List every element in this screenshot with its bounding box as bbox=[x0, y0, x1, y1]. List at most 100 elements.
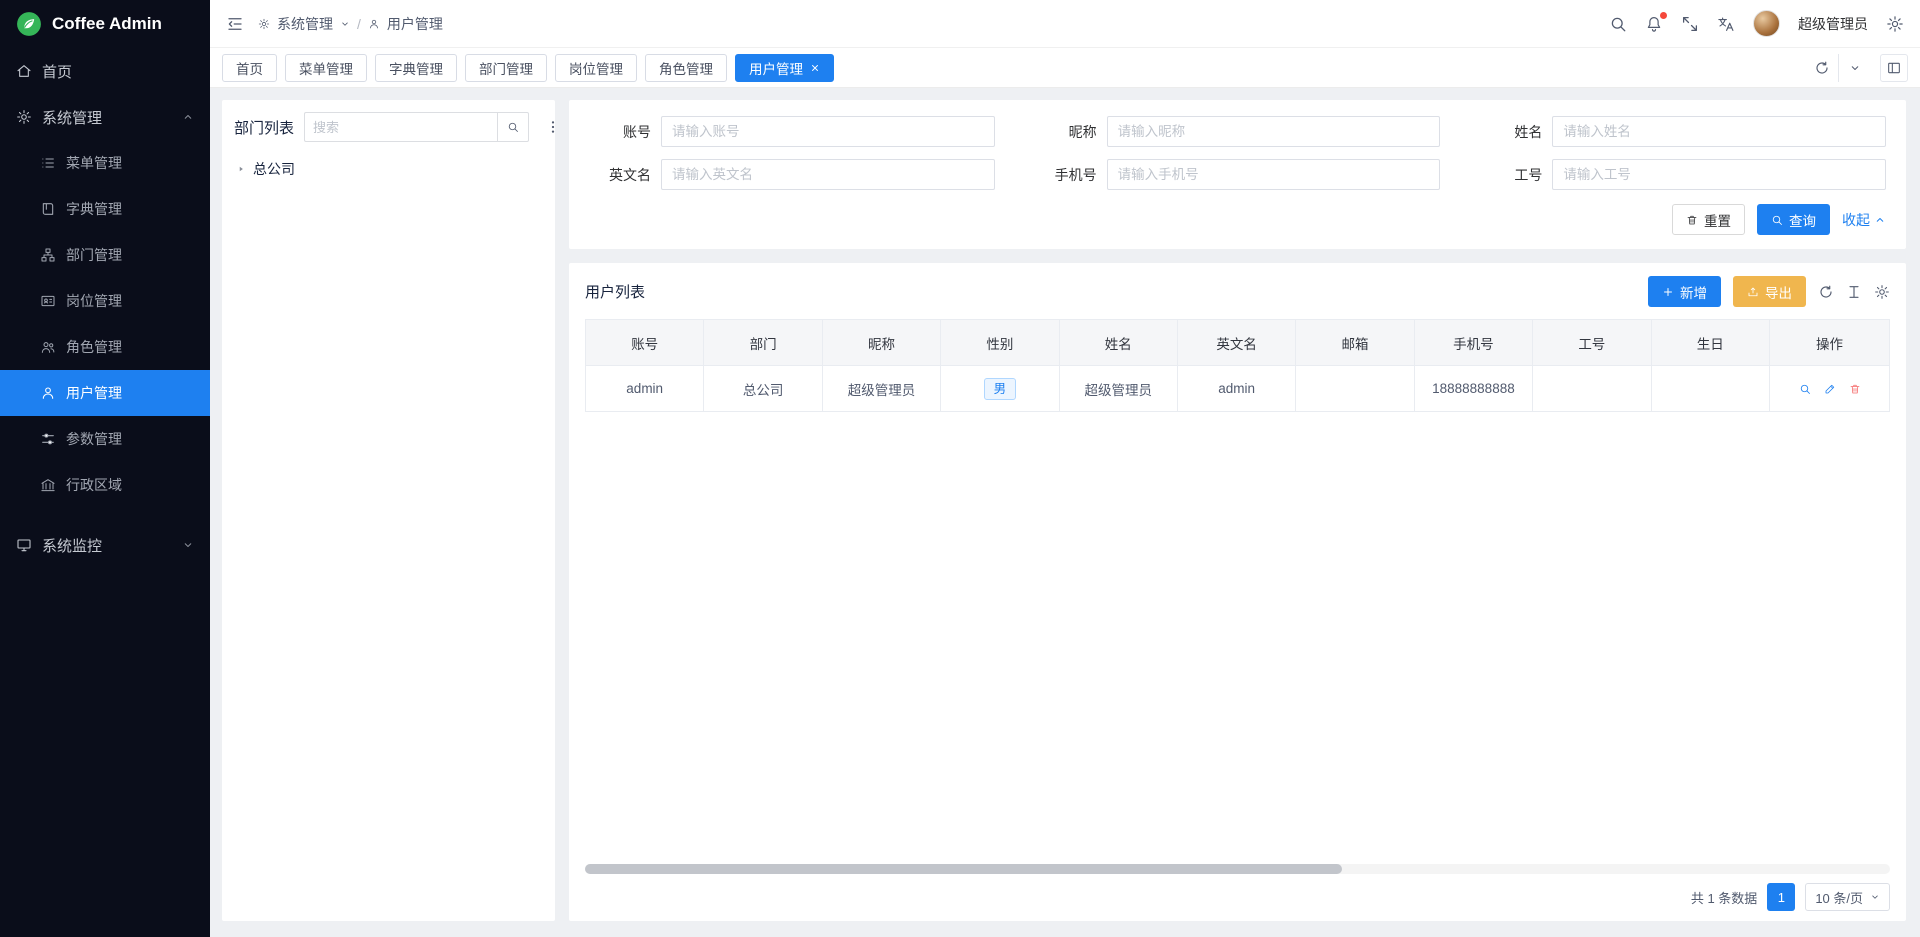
field-label: 工号 bbox=[1480, 165, 1542, 185]
tab-refresh-button[interactable] bbox=[1806, 54, 1838, 82]
user-name[interactable]: 超级管理员 bbox=[1798, 14, 1868, 34]
sidebar-group-system[interactable]: 系统管理 bbox=[0, 94, 210, 140]
sidebar-item-label: 菜单管理 bbox=[66, 153, 122, 173]
cell-email bbox=[1296, 366, 1414, 412]
reset-button[interactable]: 重置 bbox=[1672, 204, 1745, 235]
col-actions: 操作 bbox=[1770, 320, 1890, 366]
tab-label: 首页 bbox=[236, 58, 263, 78]
filter-card: 账号 昵称 姓名 英文名 bbox=[569, 100, 1906, 249]
plus-icon bbox=[1662, 286, 1674, 298]
sidebar-item-menu-mgmt[interactable]: 菜单管理 bbox=[0, 140, 210, 186]
tab-dept-mgmt[interactable]: 部门管理 bbox=[465, 54, 547, 82]
sidebar-item-dict-mgmt[interactable]: 字典管理 bbox=[0, 186, 210, 232]
sidebar-menu: 首页 系统管理 菜单管理 字典管理 部门管理 bbox=[0, 48, 210, 937]
phone-input[interactable] bbox=[1107, 159, 1441, 190]
sidebar: Coffee Admin 首页 系统管理 菜单管理 字典管理 bbox=[0, 0, 210, 937]
tab-home[interactable]: 首页 bbox=[222, 54, 277, 82]
fullscreen-icon bbox=[1681, 15, 1699, 33]
nickname-input[interactable] bbox=[1107, 116, 1441, 147]
gear-icon bbox=[1874, 284, 1890, 300]
name-input[interactable] bbox=[1552, 116, 1886, 147]
list-icon bbox=[40, 155, 56, 171]
avatar[interactable] bbox=[1753, 10, 1780, 37]
edit-user-button[interactable] bbox=[1824, 383, 1836, 395]
chevron-down-icon bbox=[1870, 892, 1880, 902]
export-button[interactable]: 导出 bbox=[1733, 276, 1806, 307]
delete-user-button[interactable] bbox=[1849, 383, 1861, 395]
fullscreen-button[interactable] bbox=[1681, 15, 1699, 33]
sidebar-item-dept-mgmt[interactable]: 部门管理 bbox=[0, 232, 210, 278]
horizontal-scrollbar-thumb[interactable] bbox=[585, 864, 1342, 874]
sidebar-item-param-mgmt[interactable]: 参数管理 bbox=[0, 416, 210, 462]
add-label: 新增 bbox=[1680, 282, 1707, 302]
filter-field-nickname: 昵称 bbox=[1035, 116, 1441, 147]
trash-icon bbox=[1849, 383, 1861, 395]
table-zone: 账号 部门 昵称 性别 姓名 英文名 邮箱 手机号 工号 生日 bbox=[585, 319, 1890, 874]
sidebar-item-role-mgmt[interactable]: 角色管理 bbox=[0, 324, 210, 370]
account-input[interactable] bbox=[661, 116, 995, 147]
sidebar-item-user-mgmt[interactable]: 用户管理 bbox=[0, 370, 210, 416]
caret-right-icon[interactable] bbox=[236, 164, 246, 174]
magnifier-icon bbox=[1799, 383, 1811, 395]
page-1-button[interactable]: 1 bbox=[1767, 883, 1795, 911]
col-nickname[interactable]: 昵称 bbox=[822, 320, 940, 366]
filter-field-english-name: 英文名 bbox=[589, 159, 995, 190]
col-birthday[interactable]: 生日 bbox=[1651, 320, 1769, 366]
tree-node-root[interactable]: 总公司 bbox=[234, 154, 543, 184]
app-root: Coffee Admin 首页 系统管理 菜单管理 字典管理 bbox=[0, 0, 1920, 937]
col-account[interactable]: 账号 bbox=[586, 320, 704, 366]
department-search-input[interactable] bbox=[304, 112, 497, 142]
table-settings-button[interactable] bbox=[1874, 284, 1890, 300]
col-english-name[interactable]: 英文名 bbox=[1177, 320, 1295, 366]
job-no-input[interactable] bbox=[1552, 159, 1886, 190]
row-operations bbox=[1770, 383, 1889, 395]
sidebar-item-post-mgmt[interactable]: 岗位管理 bbox=[0, 278, 210, 324]
close-icon[interactable] bbox=[810, 63, 820, 73]
sidebar-collapse-button[interactable] bbox=[226, 15, 244, 33]
cell-gender: 男 bbox=[941, 366, 1059, 412]
row-density-button[interactable] bbox=[1846, 284, 1862, 300]
cell-account: admin bbox=[586, 366, 704, 412]
layout-toggle-button[interactable] bbox=[1880, 54, 1908, 82]
breadcrumb-level1[interactable]: 系统管理 bbox=[277, 14, 333, 34]
chevron-down-icon bbox=[182, 539, 194, 551]
search-button[interactable] bbox=[1609, 15, 1627, 33]
cell-birthday bbox=[1651, 366, 1769, 412]
col-phone[interactable]: 手机号 bbox=[1414, 320, 1532, 366]
sidebar-item-region-mgmt[interactable]: 行政区域 bbox=[0, 462, 210, 508]
tab-post-mgmt[interactable]: 岗位管理 bbox=[555, 54, 637, 82]
settings-button[interactable] bbox=[1886, 15, 1904, 33]
language-button[interactable] bbox=[1717, 15, 1735, 33]
user-list-title: 用户列表 bbox=[585, 281, 645, 302]
sidebar-group-monitor[interactable]: 系统监控 bbox=[0, 522, 210, 568]
breadcrumb: 系统管理 / 用户管理 bbox=[258, 14, 443, 34]
tab-menu-button[interactable] bbox=[1838, 54, 1870, 82]
col-dept[interactable]: 部门 bbox=[704, 320, 822, 366]
department-search-button[interactable] bbox=[497, 112, 529, 142]
collapse-filters-link[interactable]: 收起 bbox=[1842, 210, 1886, 230]
department-more-button[interactable] bbox=[543, 119, 563, 135]
department-tree: 总公司 bbox=[234, 154, 543, 184]
page-size-select[interactable]: 10 条/页 bbox=[1805, 883, 1890, 911]
tab-menu-mgmt[interactable]: 菜单管理 bbox=[285, 54, 367, 82]
tab-role-mgmt[interactable]: 角色管理 bbox=[645, 54, 727, 82]
search-icon bbox=[1771, 214, 1783, 226]
add-user-button[interactable]: 新增 bbox=[1648, 276, 1721, 307]
sidebar-item-home[interactable]: 首页 bbox=[0, 48, 210, 94]
col-email[interactable]: 邮箱 bbox=[1296, 320, 1414, 366]
gender-tag: 男 bbox=[984, 378, 1017, 400]
tab-user-mgmt[interactable]: 用户管理 bbox=[735, 54, 834, 82]
tab-dict-mgmt[interactable]: 字典管理 bbox=[375, 54, 457, 82]
view-user-button[interactable] bbox=[1799, 383, 1811, 395]
col-name[interactable]: 姓名 bbox=[1059, 320, 1177, 366]
col-job-no[interactable]: 工号 bbox=[1533, 320, 1651, 366]
english-name-input[interactable] bbox=[661, 159, 995, 190]
tree-node-label: 总公司 bbox=[253, 159, 295, 179]
col-gender[interactable]: 性别 bbox=[941, 320, 1059, 366]
query-button[interactable]: 查询 bbox=[1757, 204, 1830, 235]
table-row[interactable]: admin 总公司 超级管理员 男 超级管理员 admin 1888888888… bbox=[586, 366, 1890, 412]
notification-dot bbox=[1660, 12, 1667, 19]
department-search bbox=[304, 112, 529, 142]
table-refresh-button[interactable] bbox=[1818, 284, 1834, 300]
notifications-button[interactable] bbox=[1645, 15, 1663, 33]
